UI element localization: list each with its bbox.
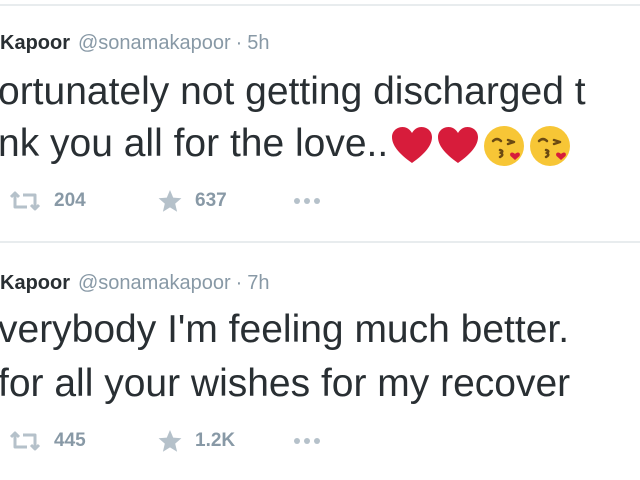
retweet-count: 204 xyxy=(54,190,86,211)
retweet-icon xyxy=(9,431,41,451)
separator: · xyxy=(235,31,243,54)
star-icon xyxy=(158,190,182,212)
tweet-text-line: ortunately not getting discharged t xyxy=(0,70,586,113)
tweet-actions: 445 1.2K xyxy=(0,426,640,456)
heart-icon xyxy=(392,126,433,163)
tweet-feed: Kapoor @sonamakapoor · 5h ortunately not… xyxy=(0,0,640,480)
author-name[interactable]: Kapoor xyxy=(0,272,70,295)
tweet-actions: 204 637 xyxy=(0,186,640,216)
more-icon xyxy=(314,198,320,204)
star-icon xyxy=(158,430,182,452)
kissing-face-icon xyxy=(484,125,525,166)
more-icon xyxy=(304,438,310,444)
retweet-button[interactable]: 445 xyxy=(8,426,86,456)
more-icon xyxy=(294,438,300,444)
author-name[interactable]: Kapoor xyxy=(0,32,70,55)
more-icon xyxy=(304,198,310,204)
tweet-text-line: for all your wishes for my recover xyxy=(0,362,571,405)
favorite-button[interactable]: 637 xyxy=(157,186,227,216)
kissing-face-icon xyxy=(530,125,571,166)
author-handle[interactable]: @sonamakapoor xyxy=(78,32,231,55)
retweet-button[interactable]: 204 xyxy=(8,186,86,216)
timestamp[interactable]: 7h xyxy=(247,272,269,295)
favorite-count: 1.2K xyxy=(195,430,236,451)
timestamp[interactable]: 5h xyxy=(247,32,269,55)
tweet-header: Kapoor @sonamakapoor · 5h xyxy=(0,28,270,58)
favorite-button[interactable]: 1.2K xyxy=(157,426,235,456)
more-button[interactable] xyxy=(294,426,320,456)
tweet-header: Kapoor @sonamakapoor · 7h xyxy=(0,268,270,298)
tweet-text-line: nk you all for the love.. xyxy=(0,122,389,165)
tweet-item[interactable]: Kapoor @sonamakapoor · 7h verybody I'm f… xyxy=(0,240,640,480)
retweet-icon xyxy=(9,191,41,211)
tweet-text-line: verybody I'm feeling much better. xyxy=(0,308,570,351)
retweet-count: 445 xyxy=(54,430,86,451)
author-handle[interactable]: @sonamakapoor xyxy=(78,272,231,295)
more-button[interactable] xyxy=(294,186,320,216)
tweet-text-line-with-emoji: nk you all for the love.. xyxy=(0,122,574,168)
favorite-count: 637 xyxy=(195,190,227,211)
tweet-item[interactable]: Kapoor @sonamakapoor · 5h ortunately not… xyxy=(0,0,640,240)
more-icon xyxy=(294,198,300,204)
emoji-row xyxy=(390,124,574,168)
heart-icon xyxy=(438,126,479,163)
separator: · xyxy=(235,271,243,294)
more-icon xyxy=(314,438,320,444)
